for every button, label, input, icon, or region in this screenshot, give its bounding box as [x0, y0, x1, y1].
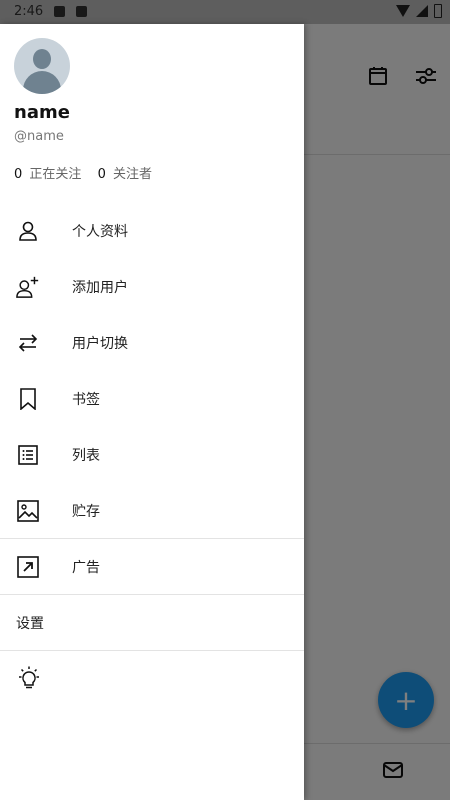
menu-item-settings[interactable]: 设置 — [0, 595, 304, 651]
external-link-icon — [16, 555, 40, 579]
menu-item-profile[interactable]: 个人资料 — [0, 203, 304, 259]
follow-stats: 0 正在关注 0 关注者 — [14, 163, 164, 182]
divider — [0, 650, 304, 651]
menu-item-lists[interactable]: 列表 — [0, 427, 304, 483]
followers-label[interactable]: 关注者 — [113, 167, 152, 182]
menu-label-add-user: 添加用户 — [72, 280, 128, 296]
menu-label-settings: 设置 — [16, 616, 44, 632]
following-label[interactable]: 正在关注 — [29, 167, 81, 182]
list-icon — [16, 443, 40, 467]
menu-item-bookmarks[interactable]: 书签 — [0, 371, 304, 427]
person-icon — [16, 219, 40, 243]
avatar[interactable] — [14, 38, 70, 94]
menu-item-storage[interactable]: 贮存 — [0, 483, 304, 539]
menu-label-lists: 列表 — [72, 448, 100, 464]
lightbulb-icon[interactable] — [16, 666, 42, 692]
menu-label-ads: 广告 — [72, 560, 100, 576]
menu-label-switch-user: 用户切换 — [72, 336, 128, 352]
menu-label-storage: 贮存 — [72, 504, 100, 520]
profile-name: name — [14, 102, 70, 123]
followers-count: 0 — [97, 167, 106, 182]
menu-item-ads[interactable]: 广告 — [0, 539, 304, 595]
swap-icon — [16, 331, 40, 355]
image-icon — [16, 499, 40, 523]
bookmark-icon — [16, 387, 40, 411]
following-count: 0 — [14, 167, 23, 182]
profile-handle: @name — [14, 129, 64, 144]
navigation-drawer: name @name 0 正在关注 0 关注者 个人资料 添加用户 用户切换 书… — [0, 24, 304, 800]
menu-label-bookmarks: 书签 — [72, 392, 100, 408]
add-person-icon — [16, 275, 40, 299]
menu-item-add-user[interactable]: 添加用户 — [0, 259, 304, 315]
menu-item-switch-user[interactable]: 用户切换 — [0, 315, 304, 371]
menu-label-profile: 个人资料 — [72, 224, 128, 240]
